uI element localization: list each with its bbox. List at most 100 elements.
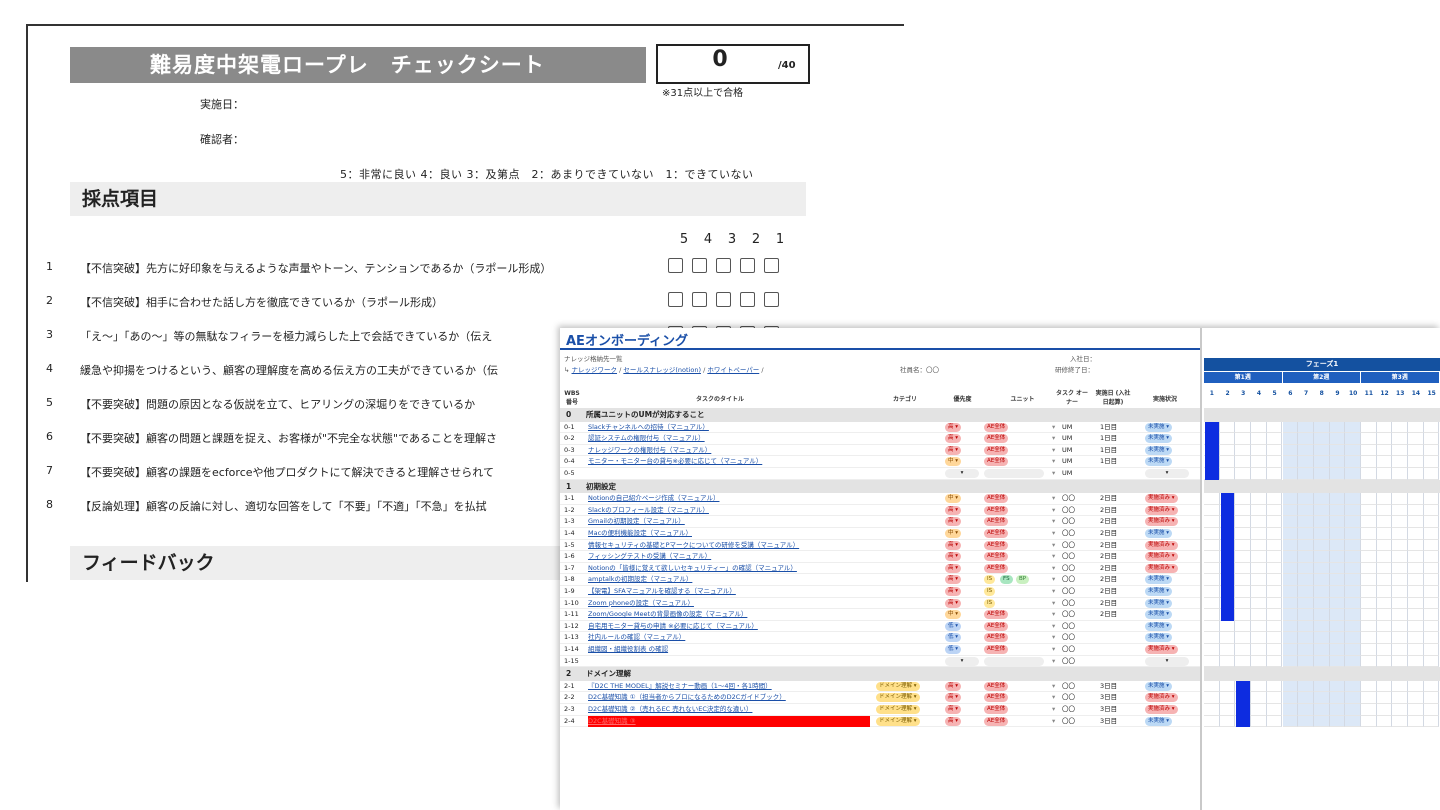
status-dropdown[interactable]: 実施済み ▾	[1145, 705, 1178, 714]
task-title[interactable]: 情報セキュリティの基礎とPマークについての研修を受講（マニュアル）	[588, 540, 799, 552]
priority-dropdown[interactable]: ▾	[945, 469, 979, 478]
category-dropdown[interactable]: ドメイン理解 ▾	[876, 693, 920, 703]
task-title[interactable]: Zoom phoneの設定（マニュアル）	[588, 598, 694, 610]
score-checkbox[interactable]	[716, 292, 731, 307]
score-checkbox[interactable]	[668, 292, 683, 307]
chevron-down-icon[interactable]: ▾	[1052, 681, 1055, 693]
score-checkbox[interactable]	[716, 258, 731, 273]
status-dropdown[interactable]: ▾	[1145, 469, 1189, 478]
priority-dropdown[interactable]: 高 ▾	[945, 552, 962, 562]
link-whitepaper[interactable]: ホワイトペーパー	[707, 366, 759, 374]
score-checkbox[interactable]	[764, 292, 779, 307]
chevron-down-icon[interactable]: ▾	[1052, 516, 1055, 528]
priority-dropdown[interactable]: 高 ▾	[945, 716, 962, 726]
chevron-down-icon[interactable]: ▾	[1052, 609, 1055, 621]
priority-dropdown[interactable]: 中 ▾	[945, 529, 962, 538]
priority-dropdown[interactable]: ▾	[945, 656, 979, 666]
chevron-down-icon[interactable]: ▾	[1052, 493, 1055, 505]
priority-dropdown[interactable]: 高 ▾	[945, 517, 962, 527]
status-dropdown[interactable]: 未実施 ▾	[1145, 681, 1173, 691]
category-dropdown[interactable]: ドメイン理解 ▾	[876, 681, 920, 691]
status-dropdown[interactable]: ▾	[1145, 656, 1189, 666]
score-checkbox[interactable]	[692, 292, 707, 307]
priority-dropdown[interactable]: 高 ▾	[945, 681, 962, 691]
status-dropdown[interactable]: 実施済み ▾	[1145, 693, 1178, 703]
chevron-down-icon[interactable]: ▾	[1052, 598, 1055, 610]
category-dropdown[interactable]: ドメイン理解 ▾	[876, 716, 920, 726]
priority-dropdown[interactable]: 高 ▾	[945, 575, 962, 585]
task-title[interactable]: 自宅用モニター貸与の申請 ※必要に応じて（マニュアル）	[588, 621, 758, 633]
task-title[interactable]: Slackチャンネルへの招待（マニュアル）	[588, 422, 709, 434]
task-title[interactable]: Gmailの初期設定（マニュアル）	[588, 516, 685, 528]
priority-dropdown[interactable]: 高 ▾	[945, 434, 962, 444]
chevron-down-icon[interactable]: ▾	[1052, 468, 1055, 480]
status-dropdown[interactable]: 実施済み ▾	[1145, 563, 1178, 573]
task-title[interactable]: 社内ルールの確認（マニュアル）	[588, 632, 685, 644]
chevron-down-icon[interactable]: ▾	[1052, 540, 1055, 552]
priority-dropdown[interactable]: 高 ▾	[945, 540, 962, 550]
priority-dropdown[interactable]: 高 ▾	[945, 693, 962, 703]
task-title[interactable]: ナレッジワークの権限付与（マニュアル）	[588, 445, 711, 457]
task-title[interactable]: Slackのプロフィール設定（マニュアル）	[588, 505, 709, 517]
task-title[interactable]: amptalkの初期設定（マニュアル）	[588, 574, 692, 586]
task-title[interactable]: D2C基礎知識 ①（担当者からプロになるためのD2Cガイドブック）	[588, 692, 786, 704]
chevron-down-icon[interactable]: ▾	[1052, 563, 1055, 575]
score-checkbox[interactable]	[668, 258, 683, 273]
status-dropdown[interactable]: 実施済み ▾	[1145, 505, 1178, 515]
task-title[interactable]: 【架電】SFAマニュアルを確認する（マニュアル）	[588, 586, 736, 598]
chevron-down-icon[interactable]: ▾	[1052, 505, 1055, 517]
chevron-down-icon[interactable]: ▾	[1052, 574, 1055, 586]
chevron-down-icon[interactable]: ▾	[1052, 551, 1055, 563]
status-dropdown[interactable]: 未実施 ▾	[1145, 422, 1173, 432]
chevron-down-icon[interactable]: ▾	[1052, 704, 1055, 716]
priority-dropdown[interactable]: 低 ▾	[945, 621, 962, 631]
chevron-down-icon[interactable]: ▾	[1052, 621, 1055, 633]
link-knowledge-work[interactable]: ナレッジワーク	[572, 366, 618, 374]
status-dropdown[interactable]: 実施済み ▾	[1145, 517, 1178, 527]
priority-dropdown[interactable]: 高 ▾	[945, 587, 962, 596]
status-dropdown[interactable]: 未実施 ▾	[1145, 445, 1173, 455]
status-dropdown[interactable]: 未実施 ▾	[1145, 598, 1173, 608]
priority-dropdown[interactable]: 中 ▾	[945, 610, 962, 620]
link-sales-knowledge[interactable]: セールスナレッジ(notion)	[623, 366, 701, 374]
task-title[interactable]: D2C基礎知識 ③	[588, 715, 870, 728]
priority-dropdown[interactable]: 低 ▾	[945, 633, 962, 643]
status-dropdown[interactable]: 未実施 ▾	[1145, 457, 1173, 467]
status-dropdown[interactable]: 実施済み ▾	[1145, 540, 1178, 550]
status-dropdown[interactable]: 未実施 ▾	[1145, 529, 1173, 538]
chevron-down-icon[interactable]: ▾	[1052, 632, 1055, 644]
status-dropdown[interactable]: 実施済み ▾	[1145, 494, 1178, 504]
chevron-down-icon[interactable]: ▾	[1052, 422, 1055, 434]
status-dropdown[interactable]: 未実施 ▾	[1145, 575, 1173, 585]
task-title[interactable]: 認証システムの権限付与（マニュアル）	[588, 433, 705, 445]
chevron-down-icon[interactable]: ▾	[1052, 716, 1055, 728]
chevron-down-icon[interactable]: ▾	[1052, 528, 1055, 540]
chevron-down-icon[interactable]: ▾	[1052, 692, 1055, 704]
status-dropdown[interactable]: 実施済み ▾	[1145, 645, 1178, 654]
priority-dropdown[interactable]: 中 ▾	[945, 494, 962, 504]
task-title[interactable]: Notionの自己紹介ページ作成（マニュアル）	[588, 493, 719, 505]
status-dropdown[interactable]: 未実施 ▾	[1145, 610, 1173, 620]
task-title[interactable]: D2C基礎知識 ②（売れるEC 売れないEC決定的な違い）	[588, 704, 752, 716]
task-title[interactable]: 組織図・組織役割表 の確認	[588, 644, 668, 656]
priority-dropdown[interactable]: 高 ▾	[945, 422, 962, 432]
priority-dropdown[interactable]: 高 ▾	[945, 505, 962, 515]
chevron-down-icon[interactable]: ▾	[1052, 456, 1055, 468]
status-dropdown[interactable]: 未実施 ▾	[1145, 716, 1173, 726]
status-dropdown[interactable]: 未実施 ▾	[1145, 633, 1173, 643]
score-checkbox[interactable]	[740, 258, 755, 273]
score-checkbox[interactable]	[740, 292, 755, 307]
chevron-down-icon[interactable]: ▾	[1052, 644, 1055, 656]
priority-dropdown[interactable]: 高 ▾	[945, 705, 962, 714]
chevron-down-icon[interactable]: ▾	[1052, 433, 1055, 445]
status-dropdown[interactable]: 未実施 ▾	[1145, 434, 1173, 444]
score-checkbox[interactable]	[692, 258, 707, 273]
category-dropdown[interactable]: ドメイン理解 ▾	[876, 705, 920, 714]
priority-dropdown[interactable]: 中 ▾	[945, 457, 962, 467]
task-title[interactable]: Notionの「皆様に覚えて欲しいセキュリティー」の確認（マニュアル）	[588, 563, 797, 575]
status-dropdown[interactable]: 未実施 ▾	[1145, 621, 1173, 631]
task-title[interactable]: フィッシングテストの受講（マニュアル）	[588, 551, 711, 563]
task-title[interactable]: モニター・モニター台の貸与※必要に応じて（マニュアル）	[588, 456, 762, 468]
task-title[interactable]: Macの便利機能設定（マニュアル）	[588, 528, 692, 540]
priority-dropdown[interactable]: 低 ▾	[945, 645, 962, 654]
